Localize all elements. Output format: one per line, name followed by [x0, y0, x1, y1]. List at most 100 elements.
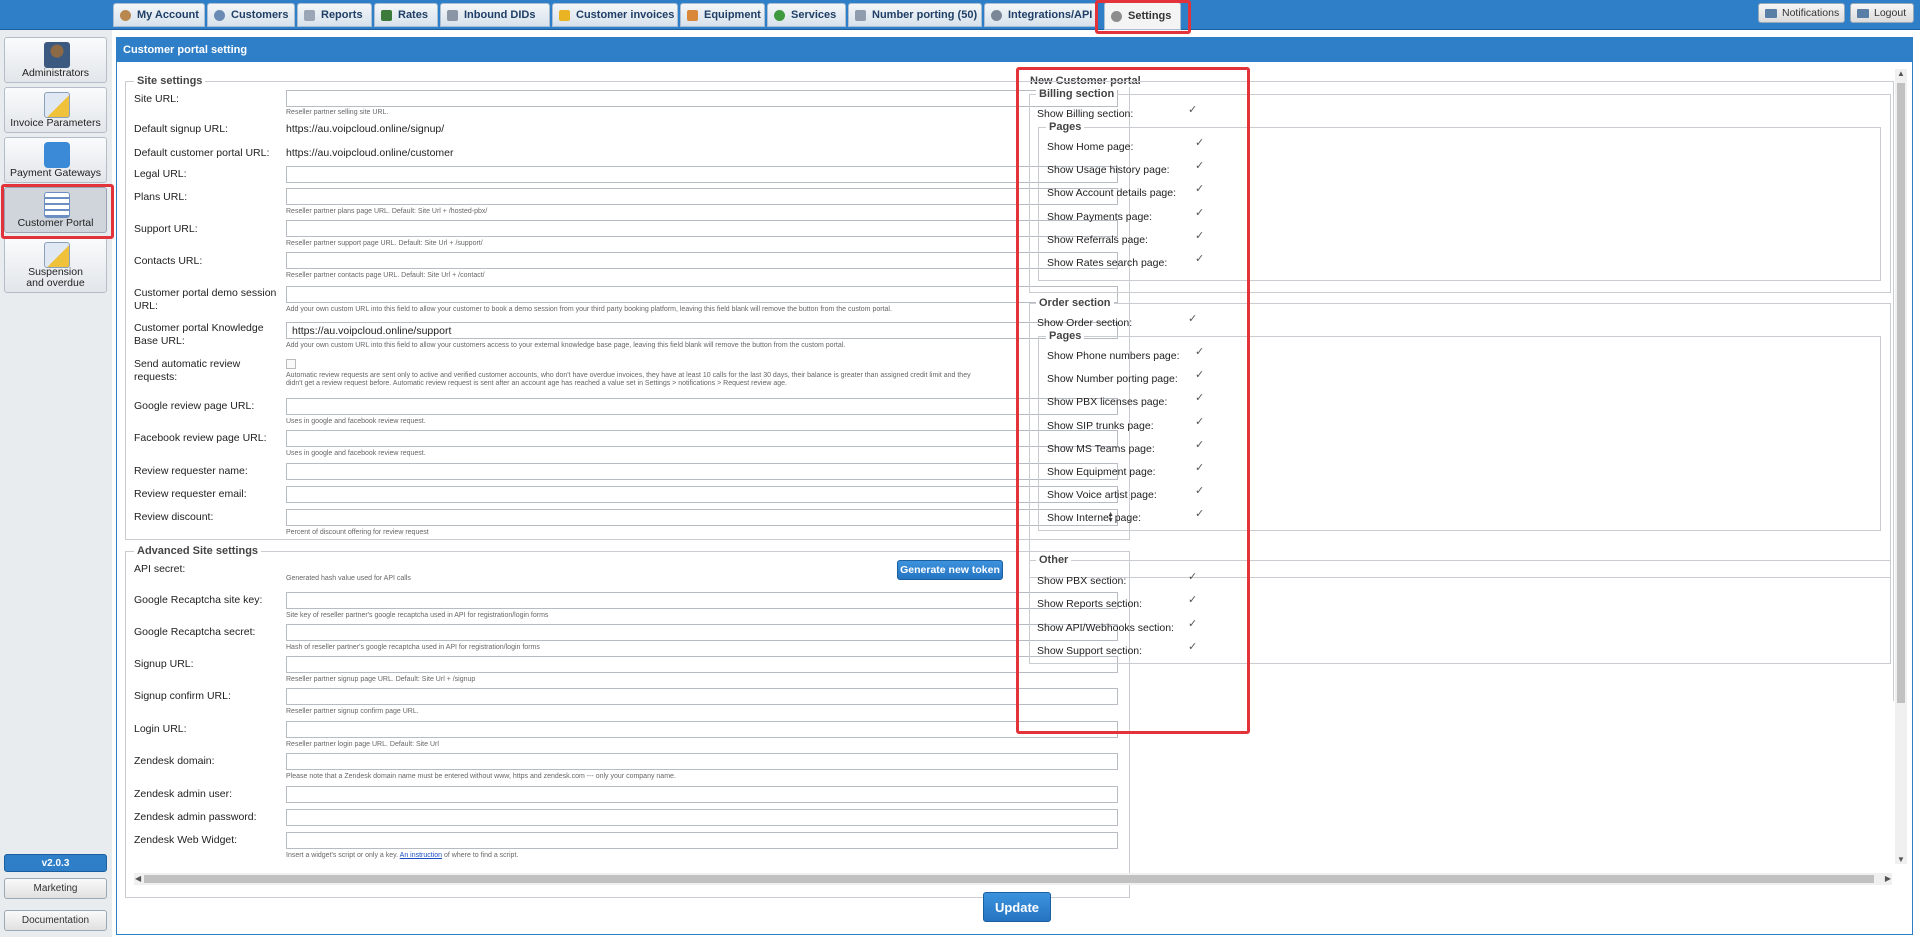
- zendesk-widget-input[interactable]: [286, 832, 1118, 849]
- logout-label: Logout: [1874, 7, 1907, 19]
- tab-integrations-api[interactable]: Integrations/API: [984, 3, 1098, 27]
- notifications-button[interactable]: Notifications: [1758, 3, 1845, 23]
- advanced-settings-legend: Advanced Site settings: [134, 545, 262, 557]
- other-item-label: Show API/Webhooks section:: [1037, 621, 1174, 634]
- signup-confirm-hint: Reseller partner signup confirm page URL…: [286, 708, 419, 715]
- tab-inbound-dids[interactable]: Inbound DIDs: [440, 3, 550, 27]
- signup-url-label: Signup URL:: [134, 658, 194, 670]
- tab-number-porting[interactable]: Number porting (50): [848, 3, 982, 27]
- suspension-icon: [44, 242, 70, 268]
- billing-pages-legend: Pages: [1046, 121, 1085, 133]
- zendesk-password-input[interactable]: [286, 809, 1118, 826]
- recaptcha-secret-input[interactable]: [286, 624, 1118, 641]
- scroll-right-icon[interactable]: ▶: [1885, 874, 1891, 883]
- recaptcha-key-input[interactable]: [286, 592, 1118, 609]
- horizontal-scrollbar[interactable]: ◀ ▶: [134, 873, 1892, 885]
- order-page-label: Show Equipment page:: [1047, 466, 1156, 478]
- sidebar-item-administrators[interactable]: Administrators: [4, 37, 107, 83]
- scroll-left-icon[interactable]: ◀: [135, 874, 141, 883]
- zendesk-user-input[interactable]: [286, 786, 1118, 803]
- marketing-button[interactable]: Marketing: [4, 878, 107, 899]
- billing-page-checkbox[interactable]: ✓: [1195, 161, 1206, 172]
- google-review-input[interactable]: [286, 398, 1118, 415]
- order-page-checkbox[interactable]: ✓: [1195, 439, 1206, 451]
- vertical-scrollbar[interactable]: ▲ ▼: [1895, 69, 1907, 864]
- tab-my-account[interactable]: My Account: [113, 3, 205, 27]
- billing-page-checkbox[interactable]: ✓: [1195, 207, 1206, 219]
- order-page-checkbox[interactable]: ✓: [1195, 463, 1206, 474]
- other-item-checkbox[interactable]: ✓: [1188, 595, 1199, 606]
- tab-label: Rates: [398, 9, 428, 21]
- inbound-dids-icon: [447, 9, 458, 21]
- generate-token-button[interactable]: Generate new token: [897, 560, 1003, 580]
- tab-equipment[interactable]: Equipment: [680, 3, 765, 27]
- documentation-button[interactable]: Documentation: [4, 910, 107, 931]
- order-page-label: Show Phone numbers page:: [1047, 350, 1180, 362]
- contacts-url-input[interactable]: [286, 252, 1118, 269]
- other-item-checkbox[interactable]: ✓: [1188, 572, 1199, 583]
- sidebar: Administrators Invoice Parameters Paymen…: [0, 30, 112, 937]
- order-page-label: Show Internet page:: [1047, 512, 1141, 525]
- order-page-label: Show MS Teams page:: [1047, 442, 1155, 455]
- order-page-checkbox[interactable]: ✓: [1195, 486, 1206, 497]
- vertical-scroll-thumb[interactable]: [1897, 83, 1905, 703]
- site-url-input[interactable]: [286, 90, 1118, 107]
- kb-url-input[interactable]: https://au.voipcloud.online/support: [286, 322, 1118, 339]
- billing-page-checkbox[interactable]: ✓: [1195, 254, 1206, 265]
- tab-rates[interactable]: Rates: [374, 3, 438, 27]
- tab-label: Settings: [1128, 10, 1172, 22]
- top-nav-bar: My Account Customers Reports Rates Inbou…: [0, 0, 1920, 30]
- signup-confirm-input[interactable]: [286, 688, 1118, 705]
- reviewer-name-input[interactable]: [286, 463, 1118, 480]
- order-page-checkbox[interactable]: ✓: [1195, 370, 1206, 381]
- billing-page-checkbox[interactable]: ✓: [1195, 138, 1206, 149]
- reviewer-email-input[interactable]: [286, 486, 1118, 503]
- reviewer-name-label: Review requester name:: [134, 465, 248, 477]
- scroll-up-icon[interactable]: ▲: [1897, 69, 1905, 78]
- site-url-hint: Reseller partner selling site URL.: [286, 109, 389, 116]
- show-order-checkbox[interactable]: ✓: [1188, 314, 1199, 325]
- tab-services[interactable]: Services: [767, 3, 846, 27]
- zendesk-domain-input[interactable]: [286, 753, 1118, 770]
- order-page-checkbox[interactable]: ✓: [1195, 509, 1206, 520]
- tab-customers[interactable]: Customers: [207, 3, 295, 27]
- horizontal-scroll-thumb[interactable]: [144, 875, 1874, 883]
- order-page-checkbox[interactable]: ✓: [1195, 393, 1206, 404]
- tab-settings[interactable]: Settings: [1104, 2, 1181, 30]
- billing-page-checkbox[interactable]: ✓: [1195, 230, 1206, 242]
- sidebar-item-label: Customer Portal: [17, 217, 94, 229]
- scroll-down-icon[interactable]: ▼: [1897, 855, 1905, 864]
- order-pages-fieldset: Pages Show Phone numbers page: ✓ Show Numb…: [1038, 330, 1881, 531]
- show-billing-checkbox[interactable]: ✓: [1188, 105, 1199, 116]
- support-url-input[interactable]: [286, 220, 1118, 237]
- update-button[interactable]: Update: [983, 892, 1051, 922]
- review-discount-input[interactable]: ▲ ▼: [286, 509, 1118, 526]
- sidebar-item-customer-portal[interactable]: Customer Portal: [4, 187, 107, 233]
- other-item-checkbox[interactable]: ✓: [1188, 641, 1199, 653]
- instruction-link[interactable]: An instruction: [400, 852, 442, 859]
- demo-session-input[interactable]: [286, 286, 1118, 303]
- billing-page-label: Show Rates search page:: [1047, 257, 1168, 269]
- billing-page-checkbox[interactable]: ✓: [1195, 184, 1206, 195]
- plans-url-input[interactable]: [286, 188, 1118, 205]
- auto-review-checkbox[interactable]: [286, 359, 296, 369]
- sidebar-item-payment-gateways[interactable]: Payment Gateways: [4, 137, 107, 183]
- logout-button[interactable]: Logout: [1850, 3, 1914, 23]
- login-url-input[interactable]: [286, 721, 1118, 738]
- sidebar-item-label: Invoice Parameters: [10, 117, 101, 129]
- sidebar-item-suspension-overdue[interactable]: Suspension and overdue: [4, 237, 107, 293]
- support-url-hint: Reseller partner support page URL. Defau…: [286, 240, 483, 247]
- tab-customer-invoices[interactable]: Customer invoices: [552, 3, 678, 27]
- order-page-checkbox[interactable]: ✓: [1195, 416, 1206, 428]
- tab-reports[interactable]: Reports: [297, 3, 372, 27]
- order-page-label: Show Voice artist page:: [1047, 489, 1157, 502]
- tab-label: Reports: [321, 9, 363, 21]
- order-page-label: Show Number porting page:: [1047, 373, 1178, 386]
- order-page-checkbox[interactable]: ✓: [1195, 347, 1206, 358]
- other-item-checkbox[interactable]: ✓: [1188, 618, 1199, 630]
- signup-url-input[interactable]: [286, 656, 1118, 673]
- facebook-review-input[interactable]: [286, 430, 1118, 447]
- other-section-fieldset: Other Show PBX section: ✓ Show Reports sec…: [1029, 554, 1891, 664]
- legal-url-input[interactable]: [286, 166, 1118, 183]
- sidebar-item-invoice-parameters[interactable]: Invoice Parameters: [4, 87, 107, 133]
